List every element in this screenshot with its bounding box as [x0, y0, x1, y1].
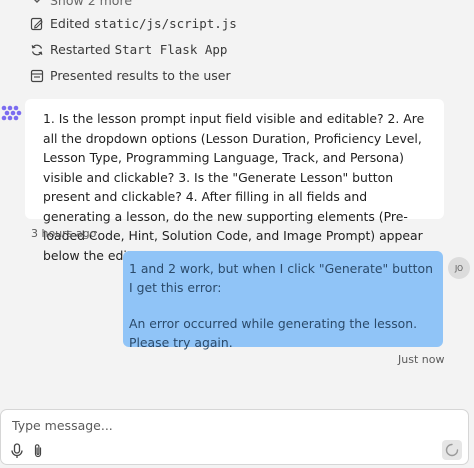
edit-file-icon	[30, 17, 44, 31]
restart-icon	[30, 43, 44, 57]
user-message-timestamp: Just now	[398, 353, 445, 366]
presented-label: Presented results to the user	[50, 68, 231, 83]
activity-presented: Presented results to the user	[30, 68, 231, 83]
edited-file: static/js/script.js	[93, 16, 237, 31]
presentation-icon	[30, 69, 44, 83]
agent-avatar	[0, 104, 22, 126]
show-more-label: Show 2 more	[50, 0, 133, 8]
edited-label: Edited	[50, 16, 90, 31]
message-composer	[0, 409, 469, 465]
message-input[interactable]	[12, 418, 392, 433]
show-more-link[interactable]: Show 2 more	[30, 0, 132, 8]
user-message-paragraph: 1 and 2 work, but when I click "Generate…	[129, 261, 433, 295]
microphone-icon[interactable]	[10, 443, 24, 459]
user-message-paragraph: An error occurred while generating the l…	[129, 316, 418, 350]
restarted-label: Restarted	[50, 42, 111, 57]
agent-message-text: 1. Is the lesson prompt input field visi…	[43, 111, 425, 263]
agent-message-timestamp: 3 hours ago	[31, 227, 97, 240]
agent-message-bubble: 1. Is the lesson prompt input field visi…	[25, 99, 444, 263]
chevron-down-icon	[30, 0, 44, 8]
activity-edited: Edited static/js/script.js	[30, 16, 237, 31]
restarted-target: Start Flask App	[114, 42, 228, 57]
user-message-bubble: 1 and 2 work, but when I click "Generate…	[123, 251, 443, 350]
user-avatar: JO	[448, 257, 470, 279]
loading-spinner-icon	[445, 443, 459, 457]
activity-restarted: Restarted Start Flask App	[30, 42, 227, 57]
paperclip-icon[interactable]	[31, 443, 45, 459]
send-button[interactable]	[442, 440, 462, 460]
